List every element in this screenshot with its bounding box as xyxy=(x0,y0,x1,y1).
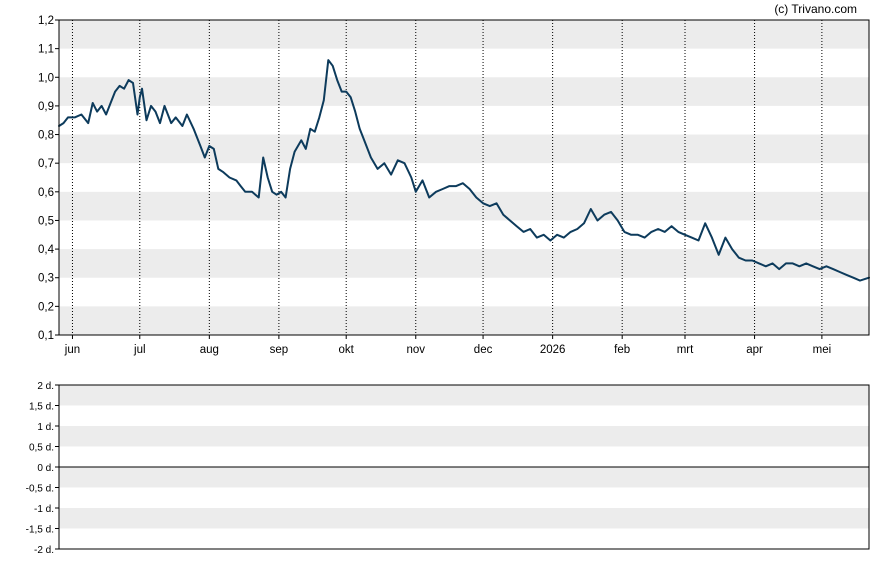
price-x-tick-label: 2026 xyxy=(540,344,566,356)
volume-y-tick-label: -2 d. xyxy=(34,545,54,556)
price-y-tick-label: 0,9 xyxy=(38,101,54,113)
price-panel-y-axis: 0,1 0,2 0,3 0,4 0,5 0,6 0,7 0,8 0,9 1,0 1,1 1,2 xyxy=(38,15,59,342)
price-panel-x-axis: jun jul aug sep okt nov dec 2026 feb mrt apr mei xyxy=(64,335,831,356)
volume-y-tick-label: 1 d. xyxy=(37,422,54,433)
price-y-tick-label: 1,0 xyxy=(38,72,54,84)
volume-panel-y-axis: 2 d. 1,5 d. 1 d. 0,5 d. 0 d. -0,5 d. -1 d. -1,5… xyxy=(26,381,59,556)
volume-band xyxy=(59,467,869,488)
volume-y-tick-label: -1 d. xyxy=(34,504,54,515)
price-band xyxy=(59,20,869,49)
price-y-tick-label: 0,2 xyxy=(38,301,54,313)
price-panel: 0,1 0,2 0,3 0,4 0,5 0,6 0,7 0,8 0,9 1,0 1,1 1,2 jun… xyxy=(38,15,870,356)
price-y-tick-label: 0,3 xyxy=(38,273,54,285)
volume-y-tick-label: -0,5 d. xyxy=(26,484,54,495)
price-y-tick-label: 0,4 xyxy=(38,244,55,256)
price-x-tick-label: apr xyxy=(746,344,763,356)
volume-y-tick-label: 2 d. xyxy=(37,381,54,392)
volume-band xyxy=(59,508,869,529)
price-x-tick-label: mrt xyxy=(677,344,694,356)
volume-band xyxy=(59,385,869,406)
price-panel-vertical-grid xyxy=(71,20,823,335)
price-x-tick-label: feb xyxy=(614,344,630,356)
price-x-tick-label: sep xyxy=(270,344,289,356)
price-y-tick-label: 1,2 xyxy=(38,15,54,27)
volume-y-tick-label: 0,5 d. xyxy=(29,443,54,454)
price-chart: (c) Trivano.com 0,1 0,2 0,3 0,4 0,5 0,6 0,7 0,8… xyxy=(26,2,870,556)
volume-y-tick-label: 1,5 d. xyxy=(29,402,54,413)
price-band xyxy=(59,77,869,106)
price-x-tick-label: dec xyxy=(474,344,493,356)
price-band xyxy=(59,249,869,278)
price-y-tick-label: 1,1 xyxy=(38,44,54,56)
price-y-tick-label: 0,6 xyxy=(38,187,54,199)
price-x-tick-label: okt xyxy=(339,344,355,356)
price-y-tick-label: 0,5 xyxy=(38,215,54,227)
price-x-tick-label: jun xyxy=(64,344,80,356)
volume-band xyxy=(59,426,869,447)
price-band xyxy=(59,134,869,164)
price-panel-frame xyxy=(58,19,870,336)
volume-y-tick-label: 0 d. xyxy=(37,463,54,474)
credit-text: (c) Trivano.com xyxy=(774,2,857,16)
price-y-tick-label: 0,7 xyxy=(38,158,54,170)
price-band xyxy=(59,191,869,221)
price-band xyxy=(59,306,869,335)
price-x-tick-label: jul xyxy=(133,344,146,356)
volume-panel-bands xyxy=(59,385,869,529)
price-x-tick-label: aug xyxy=(200,344,219,356)
price-y-tick-label: 0,8 xyxy=(38,130,54,142)
price-x-tick-label: mei xyxy=(813,344,832,356)
price-panel-bands xyxy=(59,20,869,335)
price-y-tick-label: 0,1 xyxy=(38,330,54,342)
volume-y-tick-label: -1,5 d. xyxy=(26,525,54,536)
price-x-tick-label: nov xyxy=(406,344,425,356)
volume-panel: 2 d. 1,5 d. 1 d. 0,5 d. 0 d. -0,5 d. -1 d. -1,5… xyxy=(26,381,870,556)
